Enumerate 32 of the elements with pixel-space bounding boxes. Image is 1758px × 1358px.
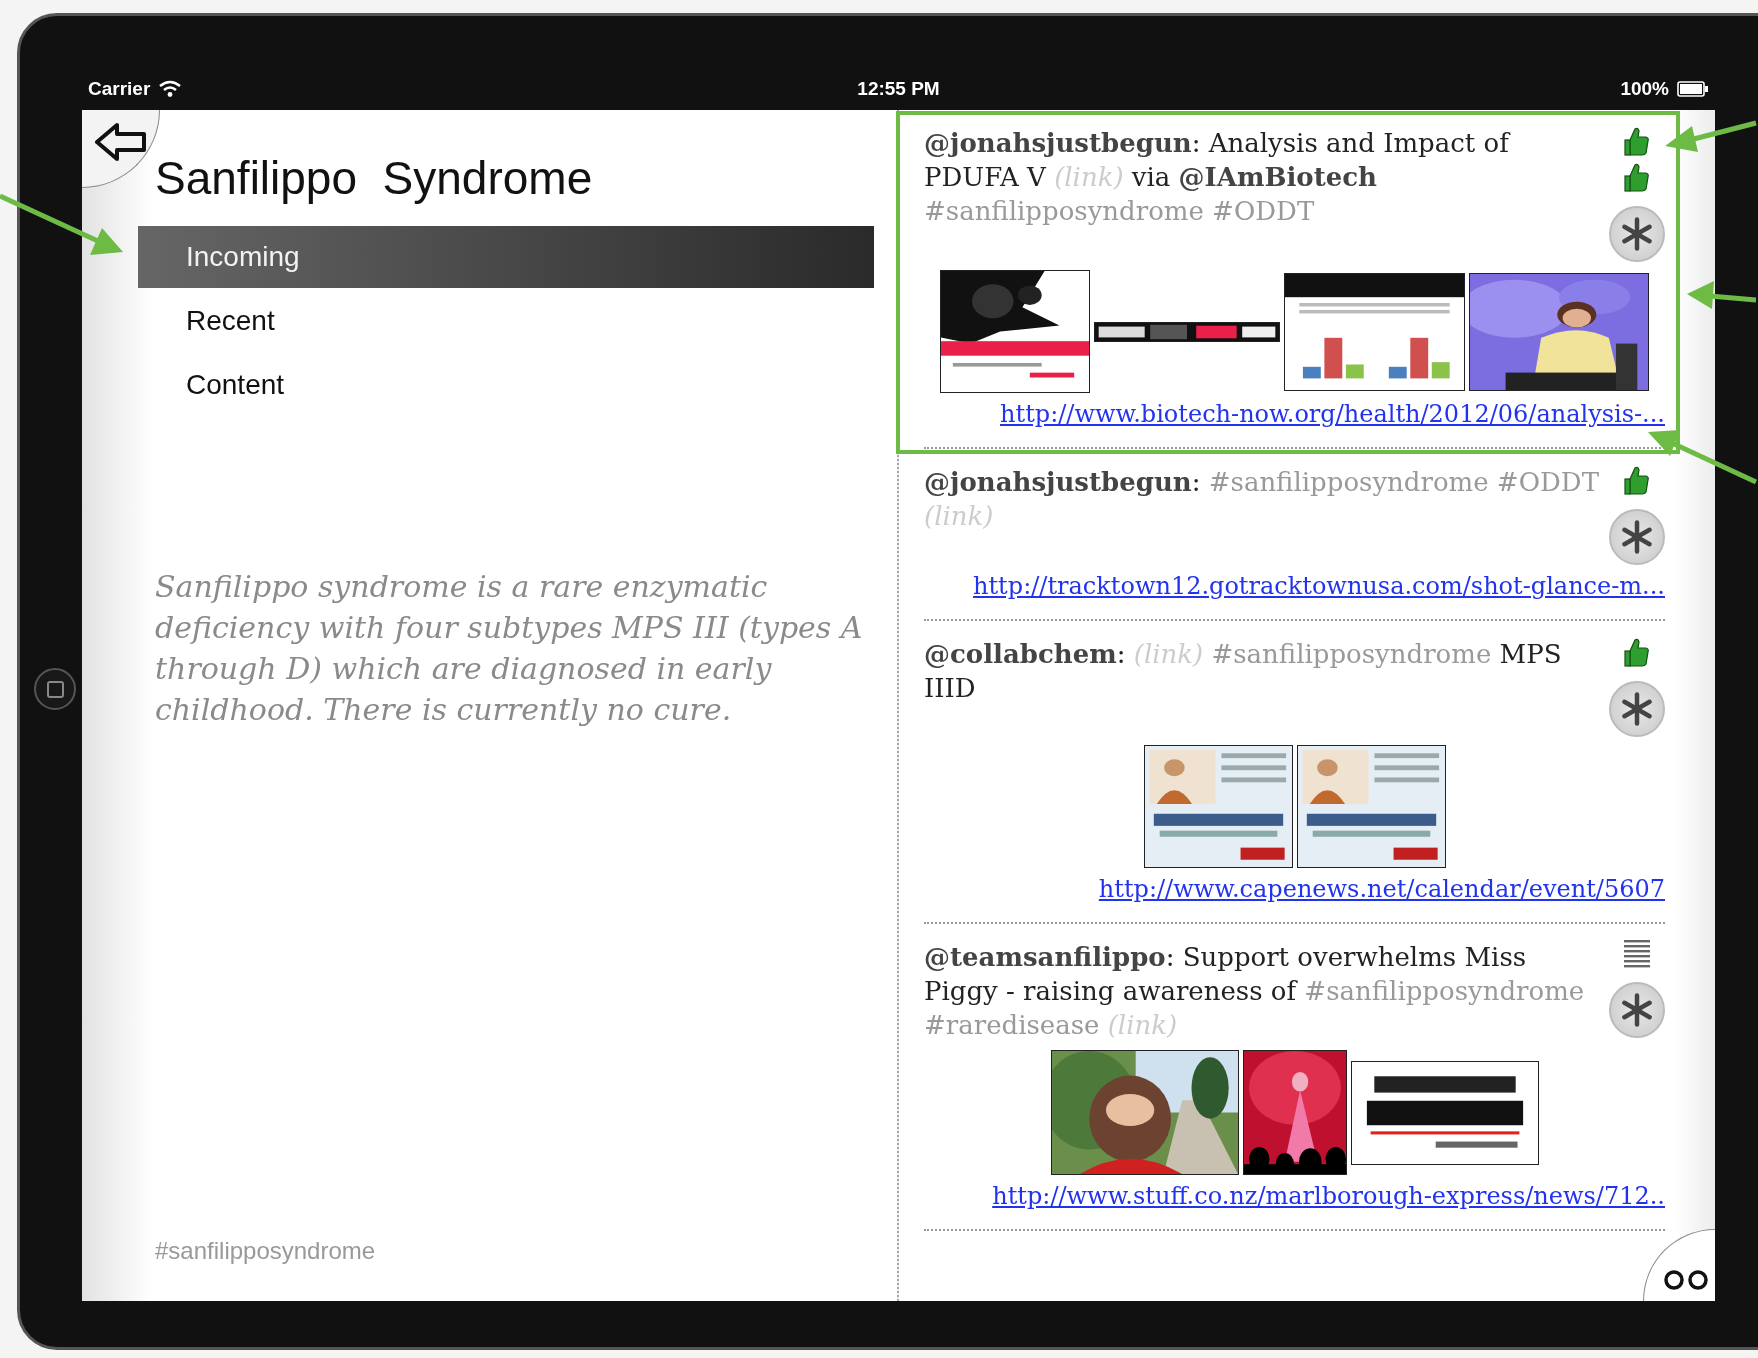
carrier-label: Carrier: [88, 78, 151, 100]
asterisk-icon: [1619, 519, 1655, 555]
menu-item[interactable]: Content: [138, 354, 874, 416]
status-time: 12:55 PM: [857, 78, 940, 100]
description-text: Sanfilippo syndrome is a rare enzymatic deficiency with four subtypes MPS III (types A through D) which are diagnosed in early childhood. There is currently no cure.: [155, 568, 864, 729]
tweet-link[interactable]: http://www.capenews.net/calendar/event/5607: [1098, 872, 1665, 906]
asterisk-icon: [1619, 992, 1655, 1028]
tweet-link[interactable]: http://www.biotech-now.org/health/2012/06/analysis-...: [1000, 397, 1665, 431]
asterisk-button[interactable]: [1609, 681, 1665, 737]
battery-icon: [1677, 81, 1709, 97]
thumbs-up-icon[interactable]: [1624, 637, 1650, 667]
asterisk-icon: [1619, 216, 1655, 252]
thumbs-up-icon[interactable]: [1624, 465, 1650, 495]
asterisk-button[interactable]: [1609, 982, 1665, 1038]
wifi-icon: [158, 80, 183, 98]
two-circles-icon: [1663, 1269, 1709, 1291]
asterisk-button[interactable]: [1609, 509, 1665, 565]
list-icon[interactable]: [1624, 940, 1650, 968]
asterisk-icon: [1619, 691, 1655, 727]
menu-item[interactable]: Incoming: [138, 226, 874, 288]
menu-item[interactable]: Recent: [138, 290, 874, 352]
page-title: Sanfilippo Syndrome: [155, 151, 594, 206]
thumbs-up-icon[interactable]: [1624, 126, 1650, 156]
tweet-link[interactable]: http://tracktown12.gotracktownusa.com/shot-glance-m...: [973, 569, 1665, 603]
annotation-arrow: [1687, 281, 1757, 309]
more-button[interactable]: [1643, 1229, 1715, 1301]
tweet-link[interactable]: http://www.stuff.co.nz/marlborough-express/news/712..: [992, 1179, 1665, 1213]
thumbs-up-icon[interactable]: [1624, 162, 1650, 192]
battery-percent: 100%: [1620, 78, 1669, 100]
asterisk-button[interactable]: [1609, 206, 1665, 262]
hashtag-label: #sanfilipposyndrome: [155, 1237, 377, 1265]
back-arrow-icon: [94, 121, 147, 162]
